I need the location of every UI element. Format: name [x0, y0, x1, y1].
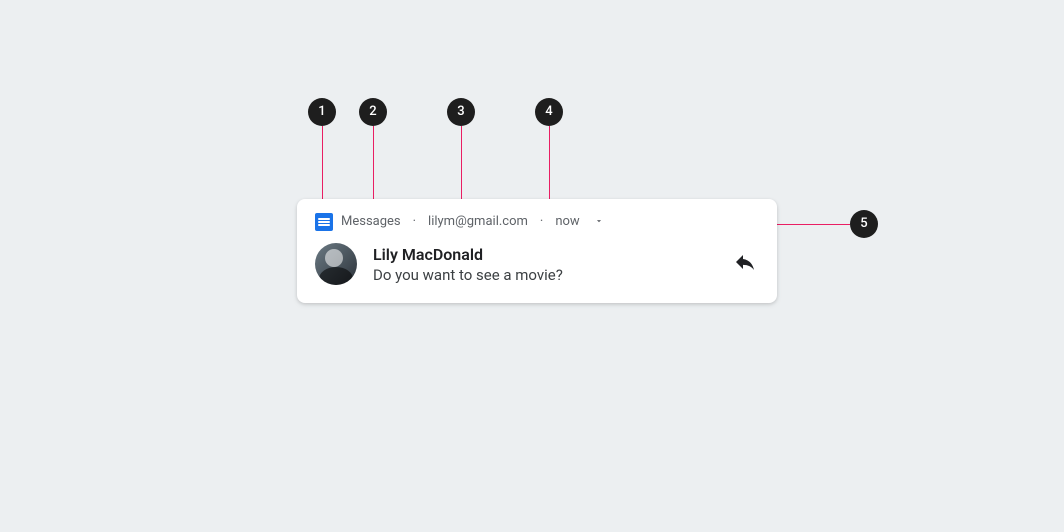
reply-icon [733, 250, 757, 278]
notification-body: Lily MacDonald Do you want to see a movi… [315, 243, 759, 285]
sender-name: Lily MacDonald [373, 245, 731, 264]
notification-header: Messages · lilym@gmail.com · now [315, 213, 759, 231]
app-name: Messages [341, 213, 401, 231]
notification-card[interactable]: Messages · lilym@gmail.com · now Lily Ma… [297, 199, 777, 303]
annotation-connector [373, 126, 374, 210]
annotation-badge-5: 5 [850, 210, 878, 238]
annotation-badge-3: 3 [447, 98, 475, 126]
separator-dot: · [413, 213, 416, 231]
annotation-badge-4: 4 [535, 98, 563, 126]
annotation-connector [461, 126, 462, 210]
account-label: lilym@gmail.com [428, 213, 528, 231]
avatar [315, 243, 357, 285]
annotation-connector [322, 126, 323, 203]
annotation-badge-2: 2 [359, 98, 387, 126]
reply-button[interactable] [731, 250, 759, 278]
separator-dot: · [540, 213, 543, 231]
chevron-down-icon[interactable] [594, 216, 604, 226]
annotation-badge-1: 1 [308, 98, 336, 126]
timestamp-label: now [555, 213, 579, 231]
app-icon [315, 213, 333, 231]
annotation-connector [549, 126, 550, 210]
message-text: Do you want to see a movie? [373, 266, 731, 284]
